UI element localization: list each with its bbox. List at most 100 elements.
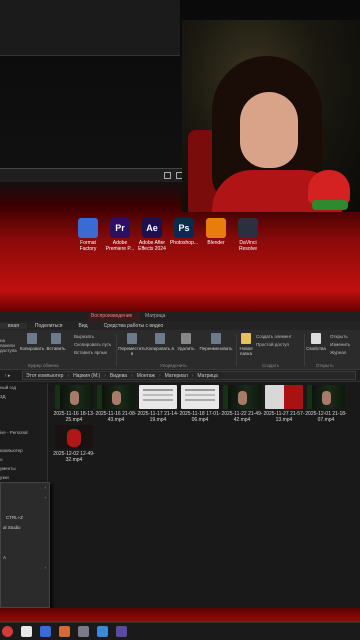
video-thumbnail <box>307 385 345 409</box>
new-item-button[interactable]: Создать элемент <box>256 334 292 339</box>
tab-view[interactable]: Вид <box>71 323 96 329</box>
video-file[interactable]: 2025-12-02 12-49-32.mp4 <box>52 425 96 463</box>
properties-button[interactable]: Свойства <box>305 333 327 351</box>
desktop-app[interactable]: Blender <box>202 218 230 252</box>
breadcrumb-item[interactable]: Видева <box>107 373 130 379</box>
app-icon[interactable] <box>78 626 89 637</box>
context-menu-item[interactable] <box>1 543 49 553</box>
breadcrumb-item[interactable]: Матрица <box>194 373 220 379</box>
file-name: 2025-11-16 21-08-43.mp4 <box>95 411 137 423</box>
sidebar-item[interactable]: о <box>0 455 47 464</box>
video-file[interactable]: 2025-11-16 21-08-43.mp4 <box>94 385 138 423</box>
app-icon[interactable] <box>21 626 32 637</box>
sidebar-item[interactable]: ументы <box>0 464 47 473</box>
video-thumbnail <box>139 385 177 409</box>
breadcrumb-item[interactable]: Этот компьютер <box>23 373 66 379</box>
delete-button[interactable]: Удалить <box>174 333 198 351</box>
desktop-app[interactable]: Pr Adobe Premiere P... <box>106 218 134 252</box>
window-control-icon[interactable] <box>164 172 171 179</box>
edit-button[interactable]: Изменить <box>330 342 350 347</box>
address-bar-row: ↑ ▸ Этот компьютер › Наркия (M:) › Видева › Мо… <box>0 370 360 382</box>
app-icon[interactable] <box>59 626 70 637</box>
sidebar-item[interactable]: узки <box>0 473 47 482</box>
desktop-app-label: Blender <box>207 240 225 246</box>
history-button[interactable]: Журнал <box>330 350 346 355</box>
copy-to-icon <box>155 333 165 344</box>
copy-to-button[interactable]: Копировать в <box>146 333 174 351</box>
paste-button[interactable]: Вставить <box>44 333 68 351</box>
tab-share[interactable]: Поделиться <box>27 323 71 329</box>
video-file[interactable]: 2025-11-16 18-13-25.mp4 <box>52 385 96 423</box>
title-row: Воспроизведение Матрица <box>0 312 360 321</box>
context-menu-item[interactable] <box>1 503 49 513</box>
new-folder-button[interactable]: Новая папка <box>237 333 255 356</box>
video-thumbnail <box>181 385 219 409</box>
context-menu-item[interactable]: CTRL+Z <box>1 513 49 523</box>
rename-button[interactable]: Переименовать <box>197 333 235 351</box>
context-menu-item[interactable] <box>1 573 49 583</box>
app-icon[interactable] <box>97 626 108 637</box>
desktop-app[interactable]: Format Factory <box>74 218 102 252</box>
desktop-app[interactable]: DaVinci Resolve <box>234 218 262 252</box>
copy-path-button[interactable]: Скопировать путь <box>74 342 111 347</box>
desktop-background-bottom <box>0 608 360 622</box>
window-title: Матрица <box>145 313 166 319</box>
file-name: 2025-11-17 21-14-19.mp4 <box>137 411 179 423</box>
app-icon[interactable] <box>40 626 51 637</box>
open-button[interactable]: Открыть <box>330 334 348 339</box>
file-grid: 2025-11-16 18-13-25.mp4 2025-11-16 21-08-… <box>52 385 360 605</box>
sidebar-item[interactable] <box>0 410 47 419</box>
paste-shortcut-button[interactable]: Вставить ярлык <box>74 350 107 355</box>
background-window-bar[interactable] <box>0 168 190 182</box>
group-organize: Упорядочить <box>160 363 187 368</box>
context-menu-item[interactable]: al Studio <box>1 523 49 533</box>
context-menu-item[interactable]: › <box>1 563 49 573</box>
premiere-icon: Pr <box>110 218 130 238</box>
move-to-icon <box>127 333 137 344</box>
context-menu-item[interactable]: A <box>1 553 49 563</box>
sidebar-item[interactable] <box>0 401 47 410</box>
file-explorer-window: Воспроизведение Матрица вная Поделиться … <box>0 312 360 608</box>
main-content: ный год 3Д ive - Personal компьютер о ументы у… <box>0 383 360 608</box>
rename-icon <box>211 333 221 344</box>
video-thumbnail <box>97 385 135 409</box>
sidebar-item[interactable] <box>0 419 47 428</box>
video-file[interactable]: 2025-12-01 21-18-07.mp4 <box>304 385 348 423</box>
sidebar-item[interactable]: ive - Personal <box>0 428 47 437</box>
pin-quick-access-button[interactable]: на панели доступа <box>0 338 18 353</box>
context-menu-item[interactable]: › <box>1 483 49 493</box>
background-window[interactable] <box>0 0 180 56</box>
tab-video-tools[interactable]: Средства работы с видео <box>96 323 172 329</box>
sidebar-item[interactable]: компьютер <box>0 446 47 455</box>
app-icon[interactable] <box>2 626 13 637</box>
context-menu-item[interactable]: › <box>1 493 49 503</box>
video-file[interactable]: 2025-11-17 21-14-19.mp4 <box>136 385 180 423</box>
breadcrumb-item[interactable]: Наркия (M:) <box>70 373 103 379</box>
easy-access-button[interactable]: Простой доступ <box>256 342 289 347</box>
tab-home[interactable]: вная <box>0 322 27 329</box>
ribbon-divider <box>116 334 117 366</box>
webcam-face <box>240 92 298 168</box>
context-tab-playback[interactable]: Воспроизведение <box>88 313 140 321</box>
video-file[interactable]: 2025-11-22 21-49-42.mp4 <box>220 385 264 423</box>
desktop-app-label: Adobe Premiere P... <box>105 240 135 252</box>
breadcrumb-item[interactable]: Материал <box>162 373 191 379</box>
sidebar-item[interactable]: 3Д <box>0 392 47 401</box>
app-icon[interactable] <box>116 626 127 637</box>
cut-button[interactable]: Вырезать <box>74 334 94 339</box>
paste-icon <box>51 333 61 344</box>
breadcrumb-item[interactable]: Монтаж <box>134 373 158 379</box>
video-file[interactable]: 2025-11-18 17-01-06.mp4 <box>178 385 222 423</box>
sidebar-item[interactable]: ный год <box>0 383 47 392</box>
breadcrumb[interactable]: Этот компьютер › Наркия (M:) › Видева › Монтаж… <box>22 371 356 380</box>
video-file[interactable]: 2025-11-27 21-57-13.mp4 <box>262 385 306 423</box>
up-arrow-icon[interactable]: ↑ ▸ <box>0 373 22 379</box>
file-name: 2025-12-02 12-49-32.mp4 <box>53 451 95 463</box>
desktop-app-label: Adobe After Effects 2024 <box>138 240 166 252</box>
desktop-app[interactable]: Ae Adobe After Effects 2024 <box>138 218 166 252</box>
copy-button[interactable]: Копировать <box>18 333 46 351</box>
move-to-button[interactable]: Переместить в <box>118 333 146 356</box>
sidebar-item[interactable] <box>0 437 47 446</box>
context-menu-item[interactable] <box>1 533 49 543</box>
desktop-app[interactable]: Ps Photoshop... <box>170 218 198 252</box>
